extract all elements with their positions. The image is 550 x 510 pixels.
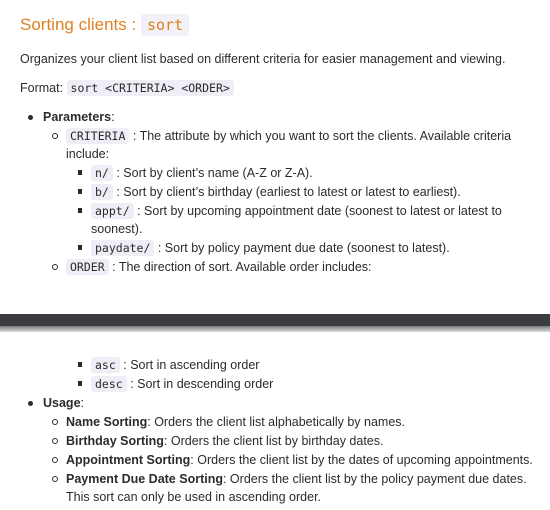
- usage-example: Appointment Sorting: Orders the client l…: [52, 451, 538, 469]
- order-option-desc: : Sort in descending order: [126, 377, 274, 391]
- criteria-option-desc: : Sort by client’s birthday (earliest to…: [112, 185, 461, 199]
- usage-example: Name Sorting: Orders the client list alp…: [52, 413, 538, 431]
- criteria-option-desc: : Sort by client’s name (A-Z or Z-A).: [112, 166, 313, 180]
- criteria-code: CRITERIA: [66, 128, 130, 144]
- parameters-item: Parameters: CRITERIA : The attribute by …: [28, 108, 523, 276]
- usage-example-title: Appointment Sorting: [66, 453, 191, 467]
- usage-example-desc: : Orders the client list by the dates of…: [190, 453, 533, 467]
- usage-example-desc: : Orders the client list alphabetically …: [147, 415, 406, 429]
- usage-example-title: Payment Due Date Sorting: [66, 472, 223, 486]
- criteria-option: b/ : Sort by client’s birthday (earliest…: [78, 183, 523, 201]
- usage-section: Usage: Name Sorting: Orders the client l…: [28, 394, 538, 506]
- format-label: Format:: [20, 81, 67, 95]
- doc-panel-bottom: asc : Sort in ascending order desc : Sor…: [0, 348, 550, 510]
- criteria-option-code: n/: [91, 165, 113, 181]
- criteria-option-code: appt/: [91, 203, 134, 219]
- separator-shade: [0, 326, 550, 332]
- panel-separator: [0, 314, 550, 332]
- criteria-option: n/ : Sort by client’s name (A-Z or Z-A).: [78, 164, 523, 182]
- order-option: asc : Sort in ascending order: [78, 356, 531, 374]
- order-desc: : The direction of sort. Available order…: [108, 260, 372, 274]
- section-title-text: Sorting clients :: [20, 15, 141, 34]
- usage-example-desc: : Orders the client list by birthday dat…: [163, 434, 384, 448]
- usage-example: Birthday Sorting: Orders the client list…: [52, 432, 538, 450]
- criteria-desc: : The attribute by which you want to sor…: [66, 129, 512, 161]
- doc-panel-top: Sorting clients : sort Organizes your cl…: [0, 0, 540, 290]
- criteria-option-desc: : Sort by policy payment due date (soone…: [154, 241, 450, 255]
- usage-example-title: Name Sorting: [66, 415, 148, 429]
- section-title: Sorting clients : sort: [20, 10, 190, 40]
- criteria-item: CRITERIA : The attribute by which you wa…: [52, 127, 523, 257]
- order-options: asc : Sort in ascending order desc : Sor…: [78, 356, 531, 394]
- criteria-option-code: b/: [91, 184, 113, 200]
- format-line: Format: sort <CRITERIA> <ORDER>: [20, 79, 234, 97]
- usage-example: Payment Due Date Sorting: Orders the cli…: [52, 470, 538, 506]
- criteria-option-desc: : Sort by upcoming appointment date (soo…: [91, 204, 502, 236]
- intro-paragraph: Organizes your client list based on diff…: [20, 52, 506, 66]
- section-title-command: sort: [140, 14, 190, 36]
- parameters-label: Parameters: [43, 110, 112, 124]
- order-option-desc: : Sort in ascending order: [119, 358, 260, 372]
- criteria-option-code: paydate/: [91, 240, 155, 256]
- criteria-option: paydate/ : Sort by policy payment due da…: [78, 239, 523, 257]
- order-option-code: asc: [91, 357, 120, 373]
- usage-example-title: Birthday Sorting: [66, 434, 164, 448]
- usage-label: Usage: [43, 396, 81, 410]
- format-code: sort <CRITERIA> <ORDER>: [66, 80, 234, 96]
- order-item: ORDER : The direction of sort. Available…: [52, 258, 523, 276]
- order-option: desc : Sort in descending order: [78, 375, 531, 393]
- order-option-code: desc: [91, 376, 127, 392]
- criteria-option: appt/ : Sort by upcoming appointment dat…: [78, 202, 523, 238]
- usage-item: Usage: Name Sorting: Orders the client l…: [28, 394, 538, 506]
- order-code: ORDER: [66, 259, 109, 275]
- parameters-section: Parameters: CRITERIA : The attribute by …: [28, 108, 523, 276]
- separator-bar: [0, 314, 550, 326]
